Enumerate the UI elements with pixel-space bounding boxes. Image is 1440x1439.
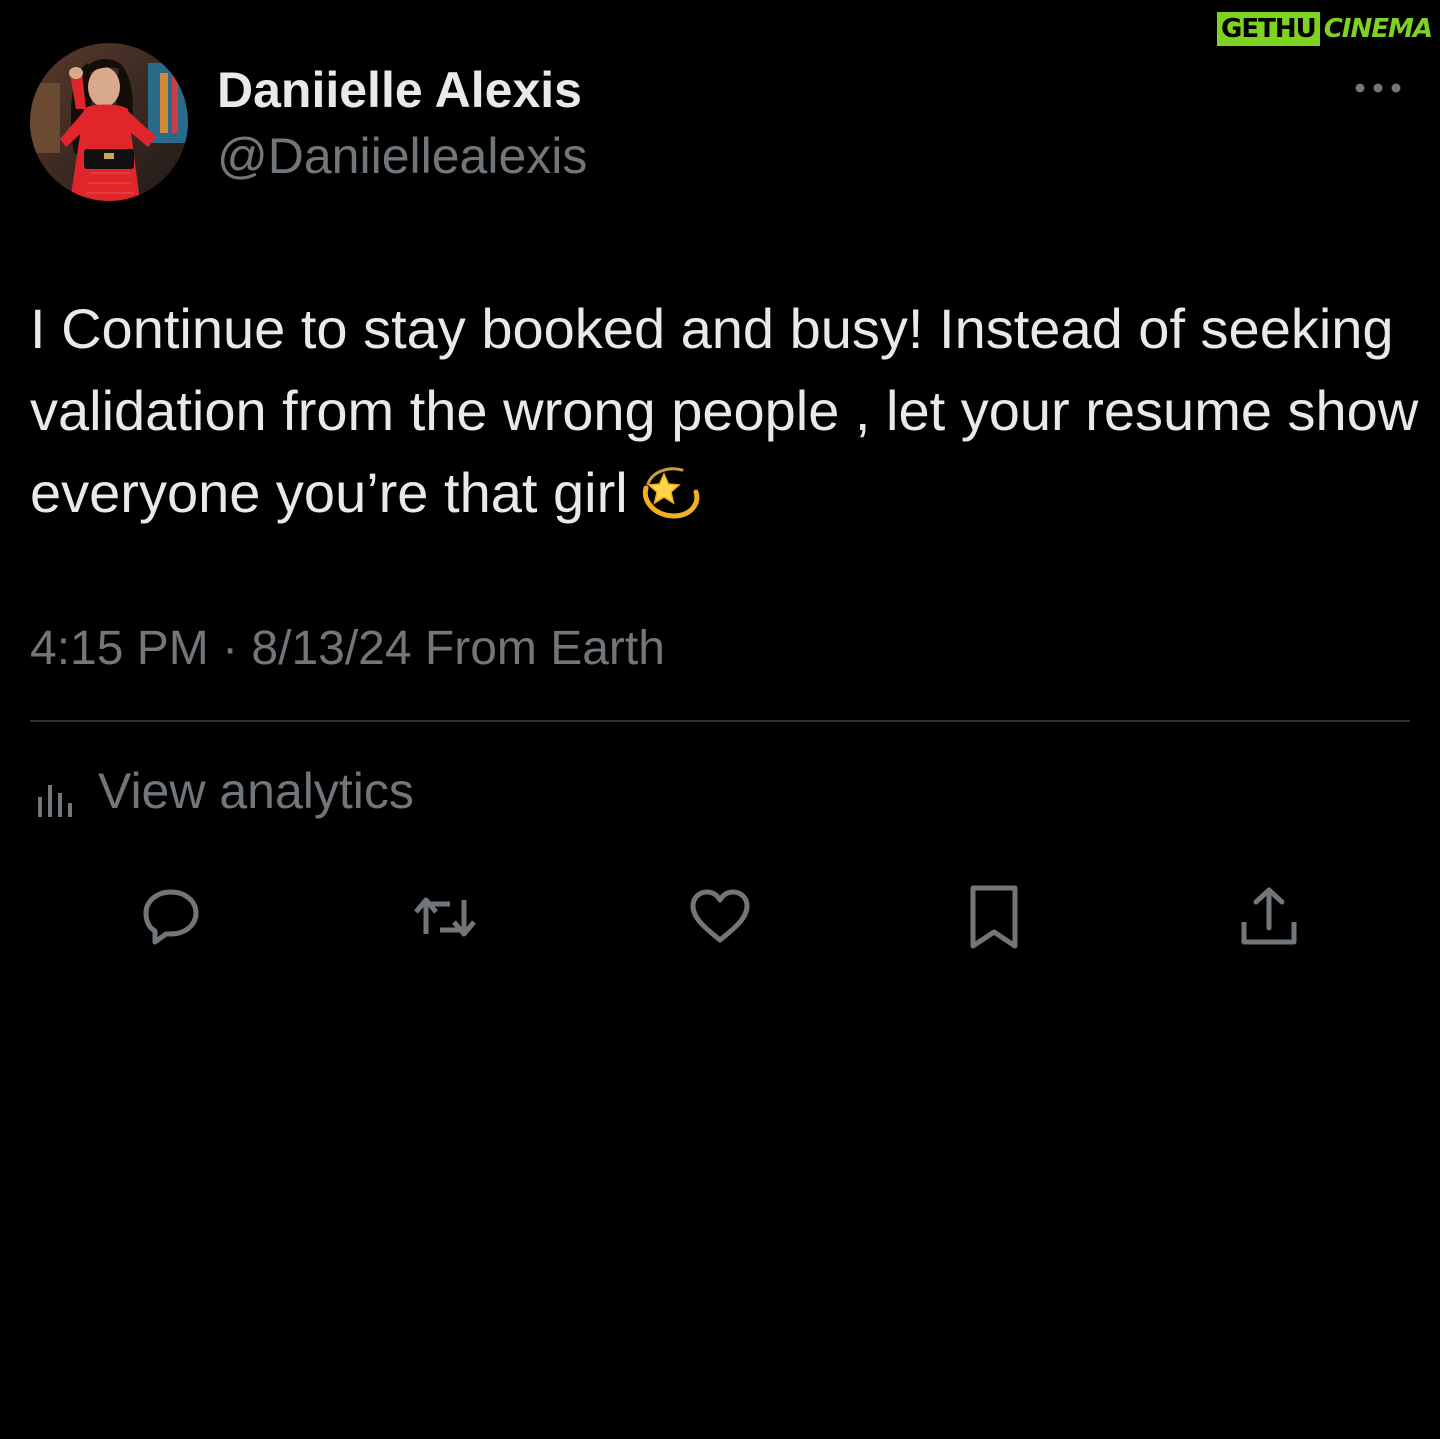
tweet-text: I Continue to stay booked and busy! Inst… [30,288,1420,534]
retweet-arrows-icon [414,897,476,937]
tweet-body: I Continue to stay booked and busy! Inst… [30,297,1419,524]
divider [30,720,1410,722]
bookmark-icon [970,885,1018,949]
share-arrow-icon [1241,887,1297,945]
ellipsis-icon [1355,83,1401,93]
speech-bubble-icon [143,889,199,945]
retweet-button[interactable] [410,882,480,952]
bar-chart-icon [38,785,72,817]
reply-button[interactable] [136,882,206,952]
watermark-part-1: GETHU [1217,12,1320,46]
dizzy-star-emoji-icon [638,458,702,522]
share-button[interactable] [1234,882,1304,952]
more-options-button[interactable] [1354,76,1402,100]
view-analytics-link[interactable]: View analytics [36,760,414,822]
watermark-part-2: CINEMA [1323,14,1433,44]
user-handle[interactable]: @Daniiellealexis [217,126,587,186]
tweet-timestamp: 4:15 PM · 8/13/24 From Earth [30,622,665,675]
avatar[interactable] [30,43,188,201]
bookmark-button[interactable] [959,882,1029,952]
display-name[interactable]: Daniielle Alexis [217,60,582,120]
view-analytics-label: View analytics [98,763,414,819]
heart-icon [690,889,750,943]
like-button[interactable] [685,882,755,952]
avatar-photo-icon [30,43,188,201]
watermark-logo: GETHU CINEMA [1217,12,1436,46]
